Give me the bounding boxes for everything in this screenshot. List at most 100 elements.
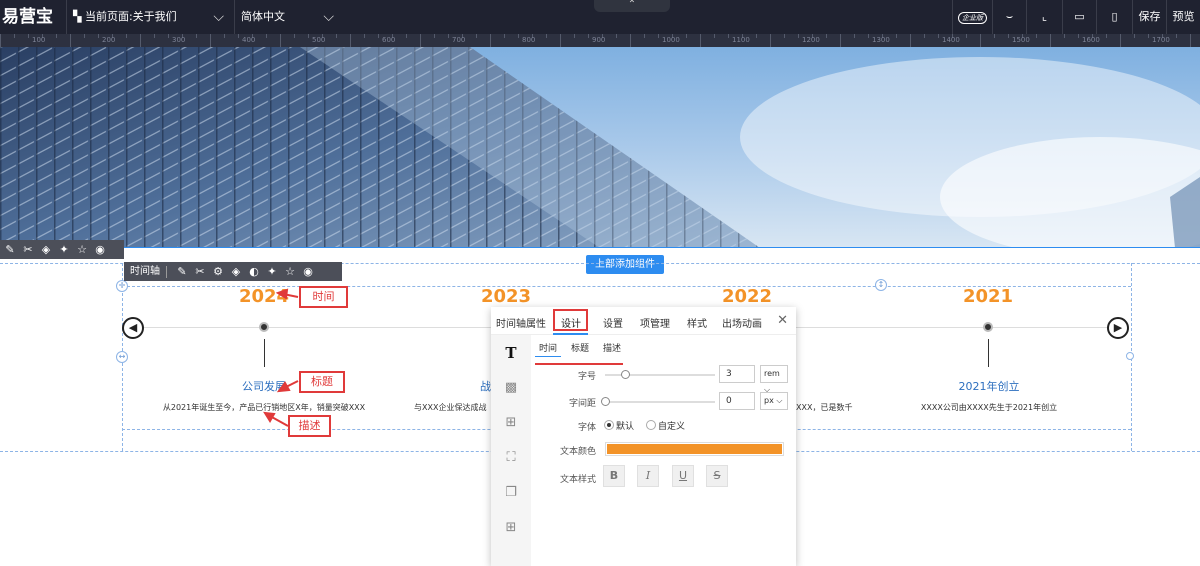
resize-handle[interactable]: ↕ — [875, 279, 887, 291]
bold-button[interactable]: B — [603, 465, 625, 487]
subtab-desc[interactable]: 描述 — [603, 341, 621, 354]
tab-timeline-properties[interactable]: 时间轴属性 — [496, 315, 546, 330]
collapse-toggle[interactable]: ⌃ — [594, 0, 670, 12]
logo: 易营宝 — [2, 7, 53, 27]
save-button[interactable]: 保存 — [1132, 0, 1166, 34]
font-size-unit-select[interactable]: rem ⌵ — [760, 365, 788, 394]
resize-handle[interactable]: ↔ — [116, 351, 128, 363]
ruler-label: 600 — [382, 36, 396, 44]
panel-sidebar: T ▩ ⊞ ⛶ ❐ ⊞ — [491, 335, 531, 566]
language-select[interactable]: 简体中文 ⌵ — [234, 0, 344, 34]
timeline-dot — [259, 322, 269, 332]
resize-handle[interactable]: ✛ — [116, 280, 128, 292]
tools-icon[interactable]: ✂ — [193, 265, 207, 279]
texture-icon[interactable]: ▩ — [503, 380, 519, 396]
section-top-border — [0, 247, 1200, 248]
font-size-label: 字号 — [577, 372, 596, 382]
eye-icon[interactable]: ◉ — [301, 265, 315, 279]
annotation-time: 时间 — [299, 286, 348, 308]
ruler-tick — [1176, 34, 1177, 38]
crop-button[interactable]: ⌞ — [1026, 0, 1062, 34]
italic-button[interactable]: I — [637, 465, 659, 487]
arrow-right-icon: ▶ — [1113, 321, 1123, 334]
tab-style[interactable]: 样式 — [687, 315, 707, 330]
close-icon[interactable]: ✕ — [777, 313, 788, 328]
corner-icon[interactable]: ⛶ — [503, 450, 519, 466]
tab-item-management[interactable]: 项管理 — [640, 315, 670, 330]
font-custom-label: 自定义 — [658, 422, 686, 432]
add-component-top-button[interactable]: 上部添加组件 — [586, 255, 664, 274]
border-icon[interactable]: ⊞ — [503, 415, 519, 431]
ruler-tick — [630, 34, 631, 47]
font-size-unit: rem — [764, 369, 780, 378]
resize-handle[interactable] — [1126, 352, 1134, 360]
subtab-title[interactable]: 标题 — [571, 341, 589, 354]
underline-button[interactable]: U — [672, 465, 694, 487]
slider-knob[interactable] — [601, 397, 610, 406]
ruler-tick — [770, 34, 771, 47]
palette-icon[interactable]: ◐ — [247, 265, 261, 279]
ruler-tick — [1134, 34, 1135, 38]
font-default-radio[interactable] — [604, 420, 614, 430]
ruler-tick — [420, 34, 421, 47]
shadow-icon[interactable]: ❐ — [503, 485, 519, 501]
star-icon[interactable]: ☆ — [75, 243, 89, 257]
ruler-tick — [728, 34, 729, 38]
ruler-tick — [1120, 34, 1121, 47]
ruler-tick — [434, 34, 435, 38]
hide-button[interactable]: ⌣ — [992, 0, 1026, 34]
ruler-tick — [70, 34, 71, 47]
ruler-tick — [546, 34, 547, 38]
preview-button[interactable]: 预览 — [1166, 0, 1200, 34]
ruler-tick — [364, 34, 365, 38]
mobile-icon: ▯ — [1111, 10, 1118, 23]
page-select[interactable]: ▚ 当前页面:关于我们 ⌵ — [66, 0, 234, 34]
enterprise-badge-button[interactable]: 企业版 — [952, 0, 992, 34]
font-size-slider[interactable] — [605, 370, 715, 379]
tools-icon[interactable]: ✂ — [21, 243, 35, 257]
slider-knob[interactable] — [620, 370, 630, 379]
subtab-time[interactable]: 时间 — [539, 341, 557, 354]
letter-spacing-unit-select[interactable]: px ⌵ — [760, 392, 788, 410]
magic-icon[interactable]: ✦ — [265, 265, 279, 279]
letter-spacing-input[interactable]: 0 — [719, 392, 755, 410]
ruler-label: 1400 — [942, 36, 960, 44]
magic-icon[interactable]: ✦ — [57, 243, 71, 257]
text-icon[interactable]: T — [503, 345, 519, 361]
ruler-tick — [560, 34, 561, 47]
ruler-label: 1500 — [1012, 36, 1030, 44]
eye-icon[interactable]: ◉ — [93, 243, 107, 257]
text-color-picker[interactable] — [605, 442, 784, 456]
annotation-desc: 描述 — [288, 415, 331, 437]
ruler-tick — [1106, 34, 1107, 38]
ruler-tick — [154, 34, 155, 38]
settings-icon[interactable]: ⚙ — [211, 265, 225, 279]
ruler-tick — [238, 34, 239, 38]
timeline-connector — [988, 339, 989, 367]
ruler-tick — [574, 34, 575, 38]
eye-closed-icon: ⌣ — [1005, 10, 1014, 23]
timeline-item-desc: 从2021年诞生至今，产品已行销地区X年，销量突破XXX — [162, 403, 366, 412]
edit-icon[interactable]: ✎ — [175, 265, 189, 279]
layers-icon[interactable]: ◈ — [229, 265, 243, 279]
desktop-view-button[interactable]: ▭ — [1062, 0, 1096, 34]
ruler-tick — [476, 34, 477, 38]
star-icon[interactable]: ☆ — [283, 265, 297, 279]
timeline-item-desc: XXX，已是数千 — [796, 403, 853, 412]
spacing-icon[interactable]: ⊞ — [503, 520, 519, 536]
font-size-input[interactable]: 3 — [719, 365, 755, 383]
font-custom-radio[interactable] — [646, 420, 656, 430]
strikethrough-button[interactable]: S — [706, 465, 728, 487]
ruler-tick — [28, 34, 29, 38]
ruler-tick — [1078, 34, 1079, 38]
tab-settings[interactable]: 设置 — [603, 315, 623, 330]
mobile-view-button[interactable]: ▯ — [1096, 0, 1132, 34]
edit-icon[interactable]: ✎ — [3, 243, 17, 257]
tab-entrance-animation[interactable]: 出场动画 — [722, 315, 762, 330]
chevron-down-icon: ⌵ — [323, 9, 334, 25]
timeline-next-button[interactable]: ▶ — [1107, 317, 1129, 339]
letter-spacing-unit: px — [764, 396, 774, 405]
timeline-prev-button[interactable]: ◀ — [122, 317, 144, 339]
letter-spacing-slider[interactable] — [601, 397, 715, 406]
layers-icon[interactable]: ◈ — [39, 243, 53, 257]
